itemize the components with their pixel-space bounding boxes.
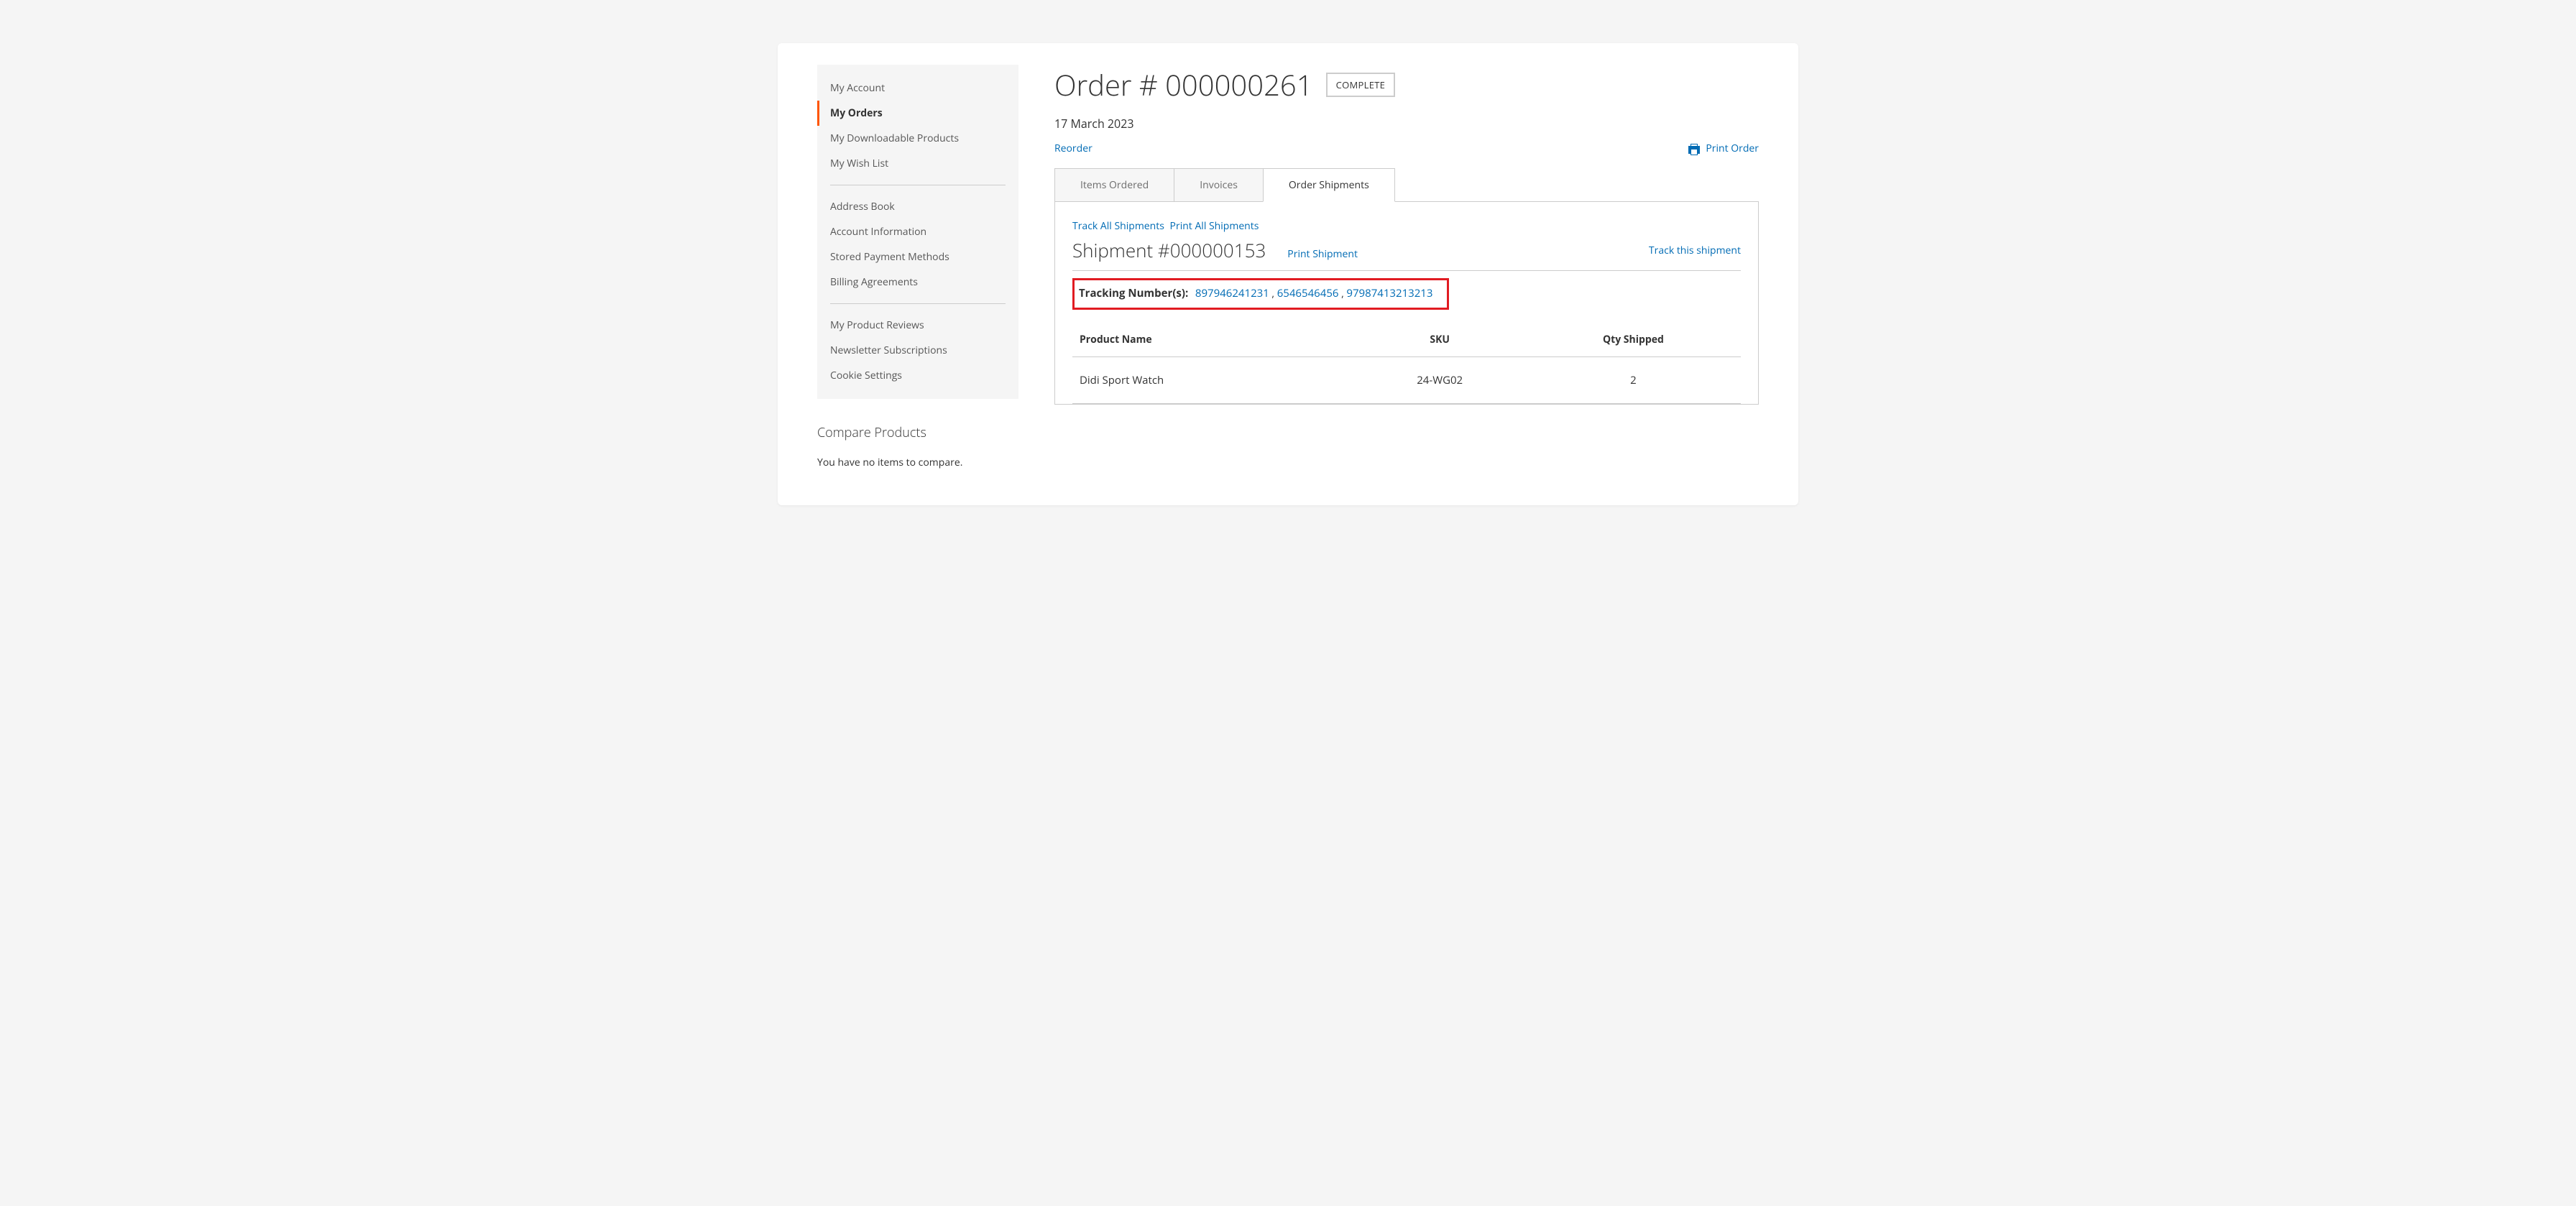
col-header-sku: SKU — [1354, 323, 1526, 357]
cell-qty: 2 — [1526, 357, 1741, 404]
sidebar-item-cookie-settings[interactable]: Cookie Settings — [817, 363, 1006, 388]
sidebar-item-stored-payment-methods[interactable]: Stored Payment Methods — [817, 244, 1006, 270]
tab-invoices[interactable]: Invoices — [1174, 168, 1264, 201]
sidebar-item-newsletter-subscriptions[interactable]: Newsletter Subscriptions — [817, 338, 1006, 363]
sidebar-item-my-product-reviews[interactable]: My Product Reviews — [817, 313, 1006, 338]
tracking-numbers-label: Tracking Number(s): — [1079, 286, 1188, 300]
print-all-shipments-link[interactable]: Print All Shipments — [1170, 219, 1259, 233]
compare-products-title: Compare Products — [817, 424, 1018, 441]
sidebar-item-my-wish-list[interactable]: My Wish List — [817, 151, 1006, 176]
account-sidebar: My AccountMy OrdersMy Downloadable Produ… — [817, 65, 1018, 399]
sidebar-item-my-downloadable-products[interactable]: My Downloadable Products — [817, 126, 1006, 151]
cell-sku: 24-WG02 — [1354, 357, 1526, 404]
col-header-qty: Qty Shipped — [1526, 323, 1741, 357]
compare-products-empty: You have no items to compare. — [817, 456, 1018, 469]
track-this-shipment-link[interactable]: Track this shipment — [1649, 244, 1741, 257]
tab-order-shipments[interactable]: Order Shipments — [1263, 168, 1395, 202]
page-title: Order # 000000261 — [1054, 65, 1313, 104]
print-shipment-link[interactable]: Print Shipment — [1287, 247, 1358, 261]
sidebar-item-my-account[interactable]: My Account — [817, 75, 1006, 101]
sidebar-item-address-book[interactable]: Address Book — [817, 194, 1006, 219]
reorder-link[interactable]: Reorder — [1054, 142, 1092, 155]
tab-content-shipments: Track All Shipments Print All Shipments … — [1054, 202, 1759, 405]
track-all-shipments-link[interactable]: Track All Shipments — [1072, 219, 1164, 233]
status-badge: COMPLETE — [1326, 73, 1396, 97]
col-header-product: Product Name — [1072, 323, 1354, 357]
cell-product-name: Didi Sport Watch — [1072, 357, 1354, 404]
sidebar-item-my-orders[interactable]: My Orders — [817, 101, 1006, 126]
print-icon — [1688, 144, 1700, 154]
tracking-number-link[interactable]: 897946241231 — [1195, 286, 1269, 300]
print-order-label: Print Order — [1706, 142, 1759, 155]
shipment-items-table: Product Name SKU Qty Shipped Didi Sport … — [1072, 323, 1741, 404]
sidebar-item-billing-agreements[interactable]: Billing Agreements — [817, 270, 1006, 295]
order-date: 17 March 2023 — [1054, 116, 1759, 132]
sidebar-item-account-information[interactable]: Account Information — [817, 219, 1006, 244]
print-order-link[interactable]: Print Order — [1688, 142, 1759, 155]
tracking-numbers-box: Tracking Number(s): 897946241231 , 65465… — [1072, 278, 1449, 310]
shipment-title: Shipment #000000153 — [1072, 237, 1266, 263]
tab-items-ordered[interactable]: Items Ordered — [1054, 168, 1174, 201]
tracking-number-link[interactable]: 97987413213213 — [1346, 286, 1432, 300]
table-row: Didi Sport Watch24-WG022 — [1072, 357, 1741, 404]
tracking-number-link[interactable]: 6546546456 — [1277, 286, 1339, 300]
order-tabs: Items OrderedInvoicesOrder Shipments — [1054, 168, 1759, 202]
